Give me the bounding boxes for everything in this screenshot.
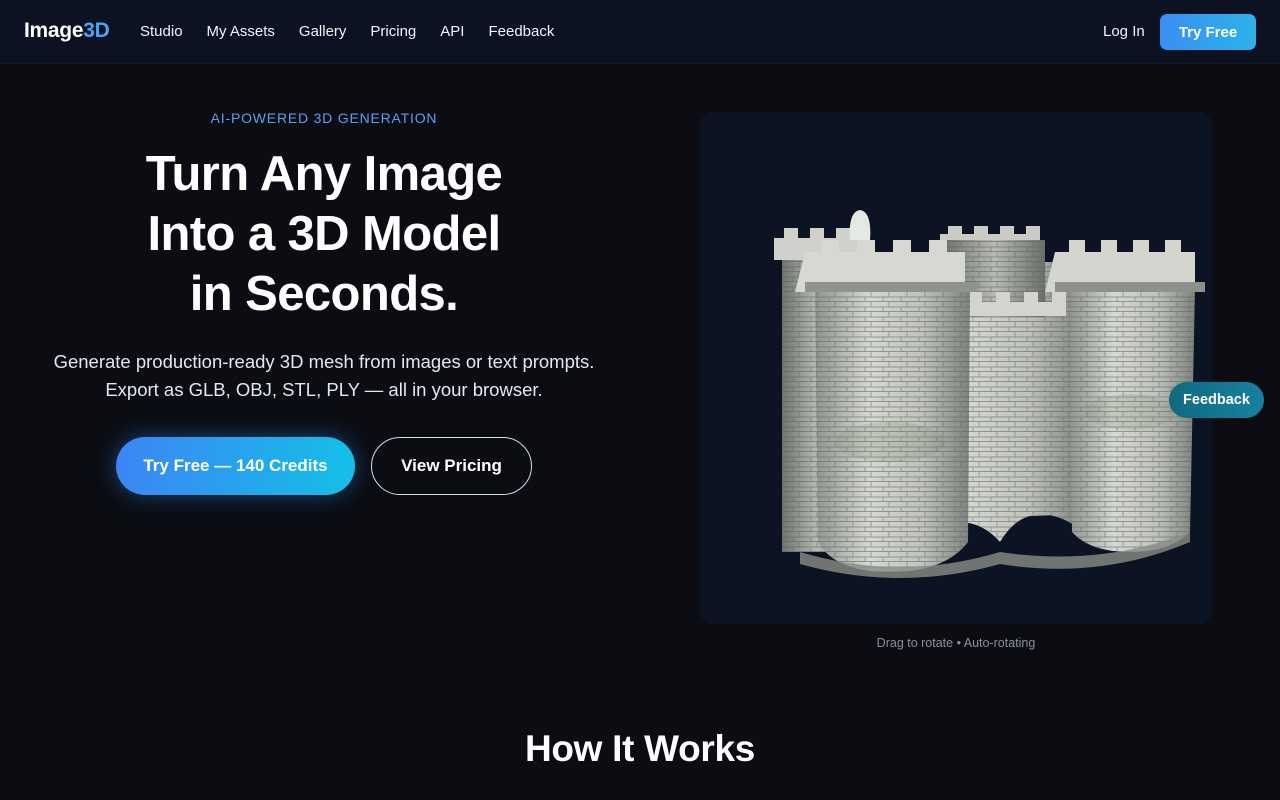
nav-link-gallery[interactable]: Gallery [299, 23, 347, 40]
main-nav: Studio My Assets Gallery Pricing API Fee… [140, 23, 554, 40]
try-free-credits-button[interactable]: Try Free — 140 Credits [116, 437, 355, 495]
how-it-works-heading: How It Works [524, 728, 756, 769]
headline-line-2: Into a 3D Model [147, 207, 501, 261]
view-pricing-button[interactable]: View Pricing [371, 437, 532, 495]
viewer-caption: Drag to rotate • Auto-rotating [876, 636, 1036, 650]
headline-line-1: Turn Any Image [145, 147, 503, 201]
subtext-line-2: Export as GLB, OBJ, STL, PLY — all in yo… [105, 379, 543, 400]
logo-accent: 3D [83, 19, 110, 42]
headline-line-3: in Seconds. [189, 267, 459, 321]
castle-model-icon [774, 210, 1205, 578]
subtext-line-1: Generate production-ready 3D mesh from i… [53, 351, 595, 372]
top-navbar: Image3D Studio My Assets Gallery Pricing… [0, 0, 1280, 64]
logo[interactable]: Image3D [24, 19, 110, 43]
nav-link-pricing[interactable]: Pricing [370, 23, 416, 40]
hero-subtext: Generate production-ready 3D mesh from i… [0, 348, 648, 404]
hero-headline: Turn Any Image Into a 3D Model in Second… [0, 144, 648, 324]
model-viewer-canvas[interactable] [700, 112, 1212, 624]
try-free-button[interactable]: Try Free [1160, 14, 1256, 50]
nav-link-api[interactable]: API [440, 23, 464, 40]
login-link[interactable]: Log In [1103, 23, 1145, 40]
nav-link-my-assets[interactable]: My Assets [207, 23, 275, 40]
nav-link-feedback[interactable]: Feedback [488, 23, 554, 40]
nav-link-studio[interactable]: Studio [140, 23, 183, 40]
feedback-floating-button[interactable]: Feedback [1169, 382, 1264, 418]
hero-eyebrow: AI-POWERED 3D GENERATION [210, 110, 438, 126]
logo-text: Image [24, 19, 84, 42]
